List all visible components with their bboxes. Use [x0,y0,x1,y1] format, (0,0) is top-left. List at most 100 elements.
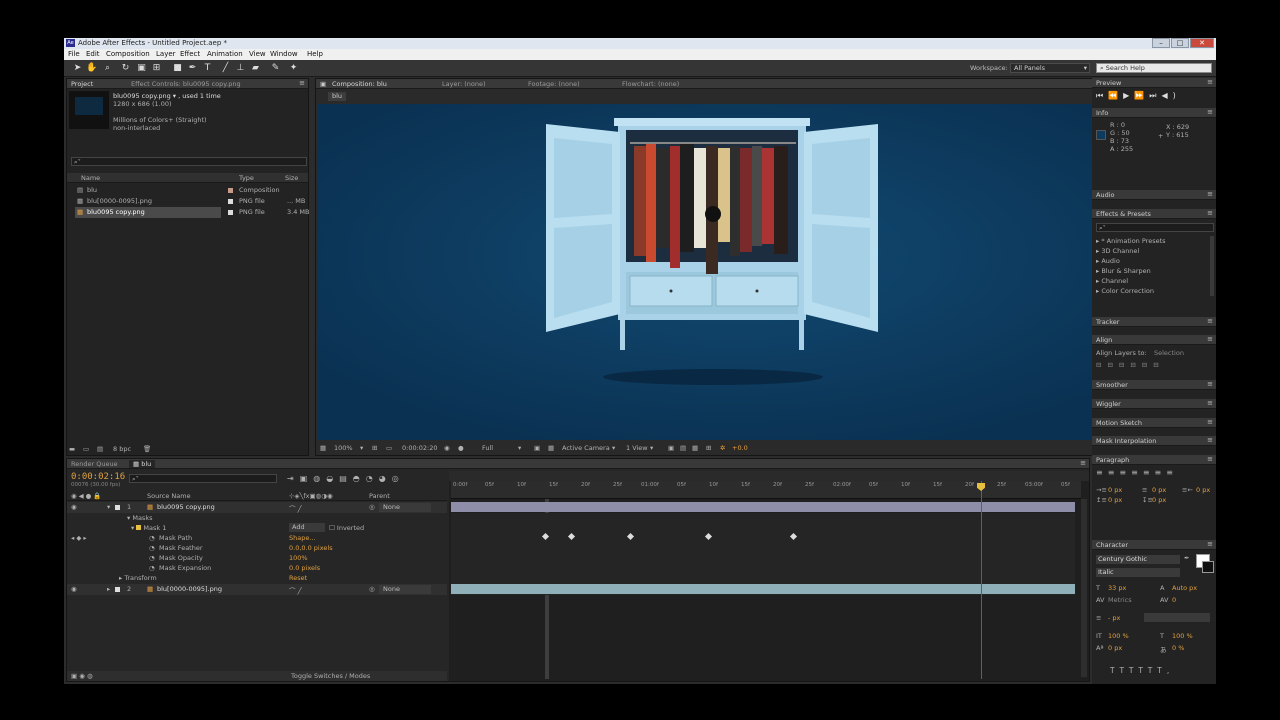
mask-prop-value[interactable]: 0.0 pixels [289,564,320,572]
tab-flowchart[interactable]: Flowchart: (none) [622,80,679,88]
rotate-tool-icon[interactable]: ↻ [120,63,131,74]
current-time[interactable]: 0:00:02:16 [71,472,125,482]
footer-icons[interactable]: ▣ ◉ ◍ [71,672,93,680]
effects-item[interactable]: ▸ 3D Channel [1096,247,1139,255]
toggle-switches-modes[interactable]: Toggle Switches / Modes [291,672,370,680]
timeline-switches-icons[interactable]: ⇥▣◍◒▤◓◔◕◎ [287,474,405,483]
stopwatch-icon[interactable]: ◔ [149,554,155,562]
preview-header[interactable]: Preview ≡ [1092,78,1216,88]
exposure-icon[interactable]: ✲ [720,444,725,452]
eraser-tool-icon[interactable]: ▰ [250,63,261,74]
wiggler-header[interactable]: Wiggler ≡ [1092,399,1216,409]
show-channel-icon[interactable]: ● [458,444,464,452]
stopwatch-icon[interactable]: ◔ [149,564,155,572]
timeline-search-input[interactable]: ⌕˅ [129,474,277,483]
transform-reset[interactable]: Reset [289,574,307,582]
project-item-row-selected[interactable]: ▦ blu0095 copy.png PNG file 3.4 MB [67,207,309,218]
mask-visibility-icon[interactable]: ▭ [386,444,392,452]
smoother-header[interactable]: Smoother ≡ [1092,380,1216,390]
workspace-select[interactable]: All Panels ▾ [1010,63,1090,73]
effects-scrollbar[interactable] [1210,236,1214,296]
effects-item[interactable]: ▸ * Animation Presets [1096,237,1166,245]
exposure-value[interactable]: +0.0 [732,444,748,452]
stroke-width-value[interactable]: - px [1108,614,1120,622]
eyedropper-icon[interactable]: ✒ [1184,554,1189,562]
effects-item[interactable]: ▸ Blur & Sharpen [1096,267,1151,275]
timeline-scrollbar[interactable] [1081,499,1087,677]
masks-group[interactable]: ▾ Masks [127,514,152,522]
project-search-input[interactable]: ⌕˅ [71,157,307,166]
column-name[interactable]: Name [81,174,100,182]
lock-icon[interactable]: ▣ [320,80,326,88]
camera-select[interactable]: Active Camera [562,444,610,452]
menu-help[interactable]: Help [307,50,323,58]
keyframe-nav-icon[interactable]: ◂ ◆ ▸ [71,534,87,542]
expand-icon[interactable]: ▾ [107,503,110,511]
panel-menu-icon[interactable]: ≡ [1207,335,1213,343]
project-item-row[interactable]: ▦ blu[0000-0095].png PNG file ... MB [67,196,308,207]
tracking-value[interactable]: 0 [1172,596,1176,604]
camera-tool-icon[interactable]: ▣ [136,63,147,74]
baseline-shift-value[interactable]: 0 px [1108,644,1122,652]
panel-menu-icon[interactable]: ≡ [1080,459,1086,467]
tab-effect-controls[interactable]: Effect Controls: blu0095 copy.png [131,80,241,88]
safe-areas-icon[interactable]: ⊞ [372,444,377,452]
mask-prop-value[interactable]: 0.0,0.0 pixels [289,544,333,552]
bpc-button[interactable]: 8 bpc [113,445,131,453]
horizontal-scale-value[interactable]: 100 % [1172,632,1193,640]
panel-menu-icon[interactable]: ≡ [1207,209,1213,217]
space-before-value[interactable]: 0 px [1108,496,1122,504]
column-parent[interactable]: Parent [369,492,390,500]
menu-composition[interactable]: Composition [106,50,150,58]
tab-project[interactable]: Project [71,80,93,88]
play-icon[interactable]: ▶ [1123,91,1134,100]
vertical-scale-value[interactable]: 100 % [1108,632,1129,640]
shy-icon[interactable]: ⌒ ╱ [289,585,301,595]
layer-row[interactable]: ◉ ▸ 2 ▦ blu[0000-0095].png ⌒ ╱ ◎ None [67,584,447,595]
column-source-name[interactable]: Source Name [147,492,191,500]
parent-select[interactable]: None [379,585,431,594]
paragraph-header[interactable]: Paragraph ≡ [1092,455,1216,465]
fast-preview-icon[interactable]: ▤ [680,444,686,452]
menu-animation[interactable]: Animation [207,50,243,58]
panel-menu-icon[interactable]: ≡ [1207,108,1213,116]
panel-menu-icon[interactable]: ≡ [299,79,305,87]
effects-item[interactable]: ▸ Audio [1096,257,1120,265]
stopwatch-icon[interactable]: ◔ [149,534,155,542]
panel-menu-icon[interactable]: ≡ [1207,380,1213,388]
region-of-interest-icon[interactable]: ▣ [534,444,540,452]
tab-render-queue[interactable]: Render Queue [71,460,118,468]
panel-menu-icon[interactable]: ≡ [1207,399,1213,407]
new-folder-icon[interactable]: ▭ [83,445,89,453]
flowchart-icon[interactable]: ⊞ [706,444,711,452]
hand-tool-icon[interactable]: ✋ [86,63,97,74]
work-area-bar[interactable] [449,471,1089,481]
space-after-value[interactable]: 0 px [1152,496,1166,504]
panel-menu-icon[interactable]: ≡ [1207,78,1213,86]
audio-icon[interactable]: ◀) [1162,91,1181,100]
menu-window[interactable]: Window [270,50,298,58]
transparency-grid-icon[interactable]: ▦ [548,444,554,452]
selection-tool-icon[interactable]: ➤ [72,63,83,74]
paragraph-align-icons[interactable]: ≡≡≡≡≡≡≡ [1096,468,1178,477]
inverted-checkbox[interactable]: ☐ Inverted [329,524,364,532]
parent-pickwhip-icon[interactable]: ◎ [369,585,375,593]
font-style-select[interactable]: Italic [1096,568,1180,577]
tab-composition[interactable]: Composition: blu [332,80,387,88]
puppet-pin-tool-icon[interactable]: ✦ [288,63,299,74]
timeline-graph[interactable]: 0:00f 05f 10f 15f 20f 25f 01:00f 05f 10f… [449,471,1089,681]
indent-right-value[interactable]: 0 px [1196,486,1210,494]
pan-behind-tool-icon[interactable]: ⊞ [151,63,162,74]
character-header[interactable]: Character ≡ [1092,540,1216,550]
tab-blu[interactable]: ▦ blu [129,460,156,468]
last-frame-icon[interactable]: ⏭ [1149,91,1161,100]
tab-layer[interactable]: Layer: (none) [442,80,486,88]
info-header[interactable]: Info ≡ [1092,108,1216,118]
layer-row[interactable]: ◉ ▾ 1 ▦ blu0095 copy.png ⌒ ╱ ◎ None [67,502,447,513]
expand-icon[interactable]: ▸ [107,585,110,593]
text-style-buttons[interactable]: TTTTTT, [1110,666,1174,675]
prev-frame-icon[interactable]: ⏪ [1108,91,1123,100]
parent-pickwhip-icon[interactable]: ◎ [369,503,375,511]
effects-search-input[interactable]: ⌕˅ [1096,223,1214,232]
roto-brush-tool-icon[interactable]: ✎ [270,63,281,74]
